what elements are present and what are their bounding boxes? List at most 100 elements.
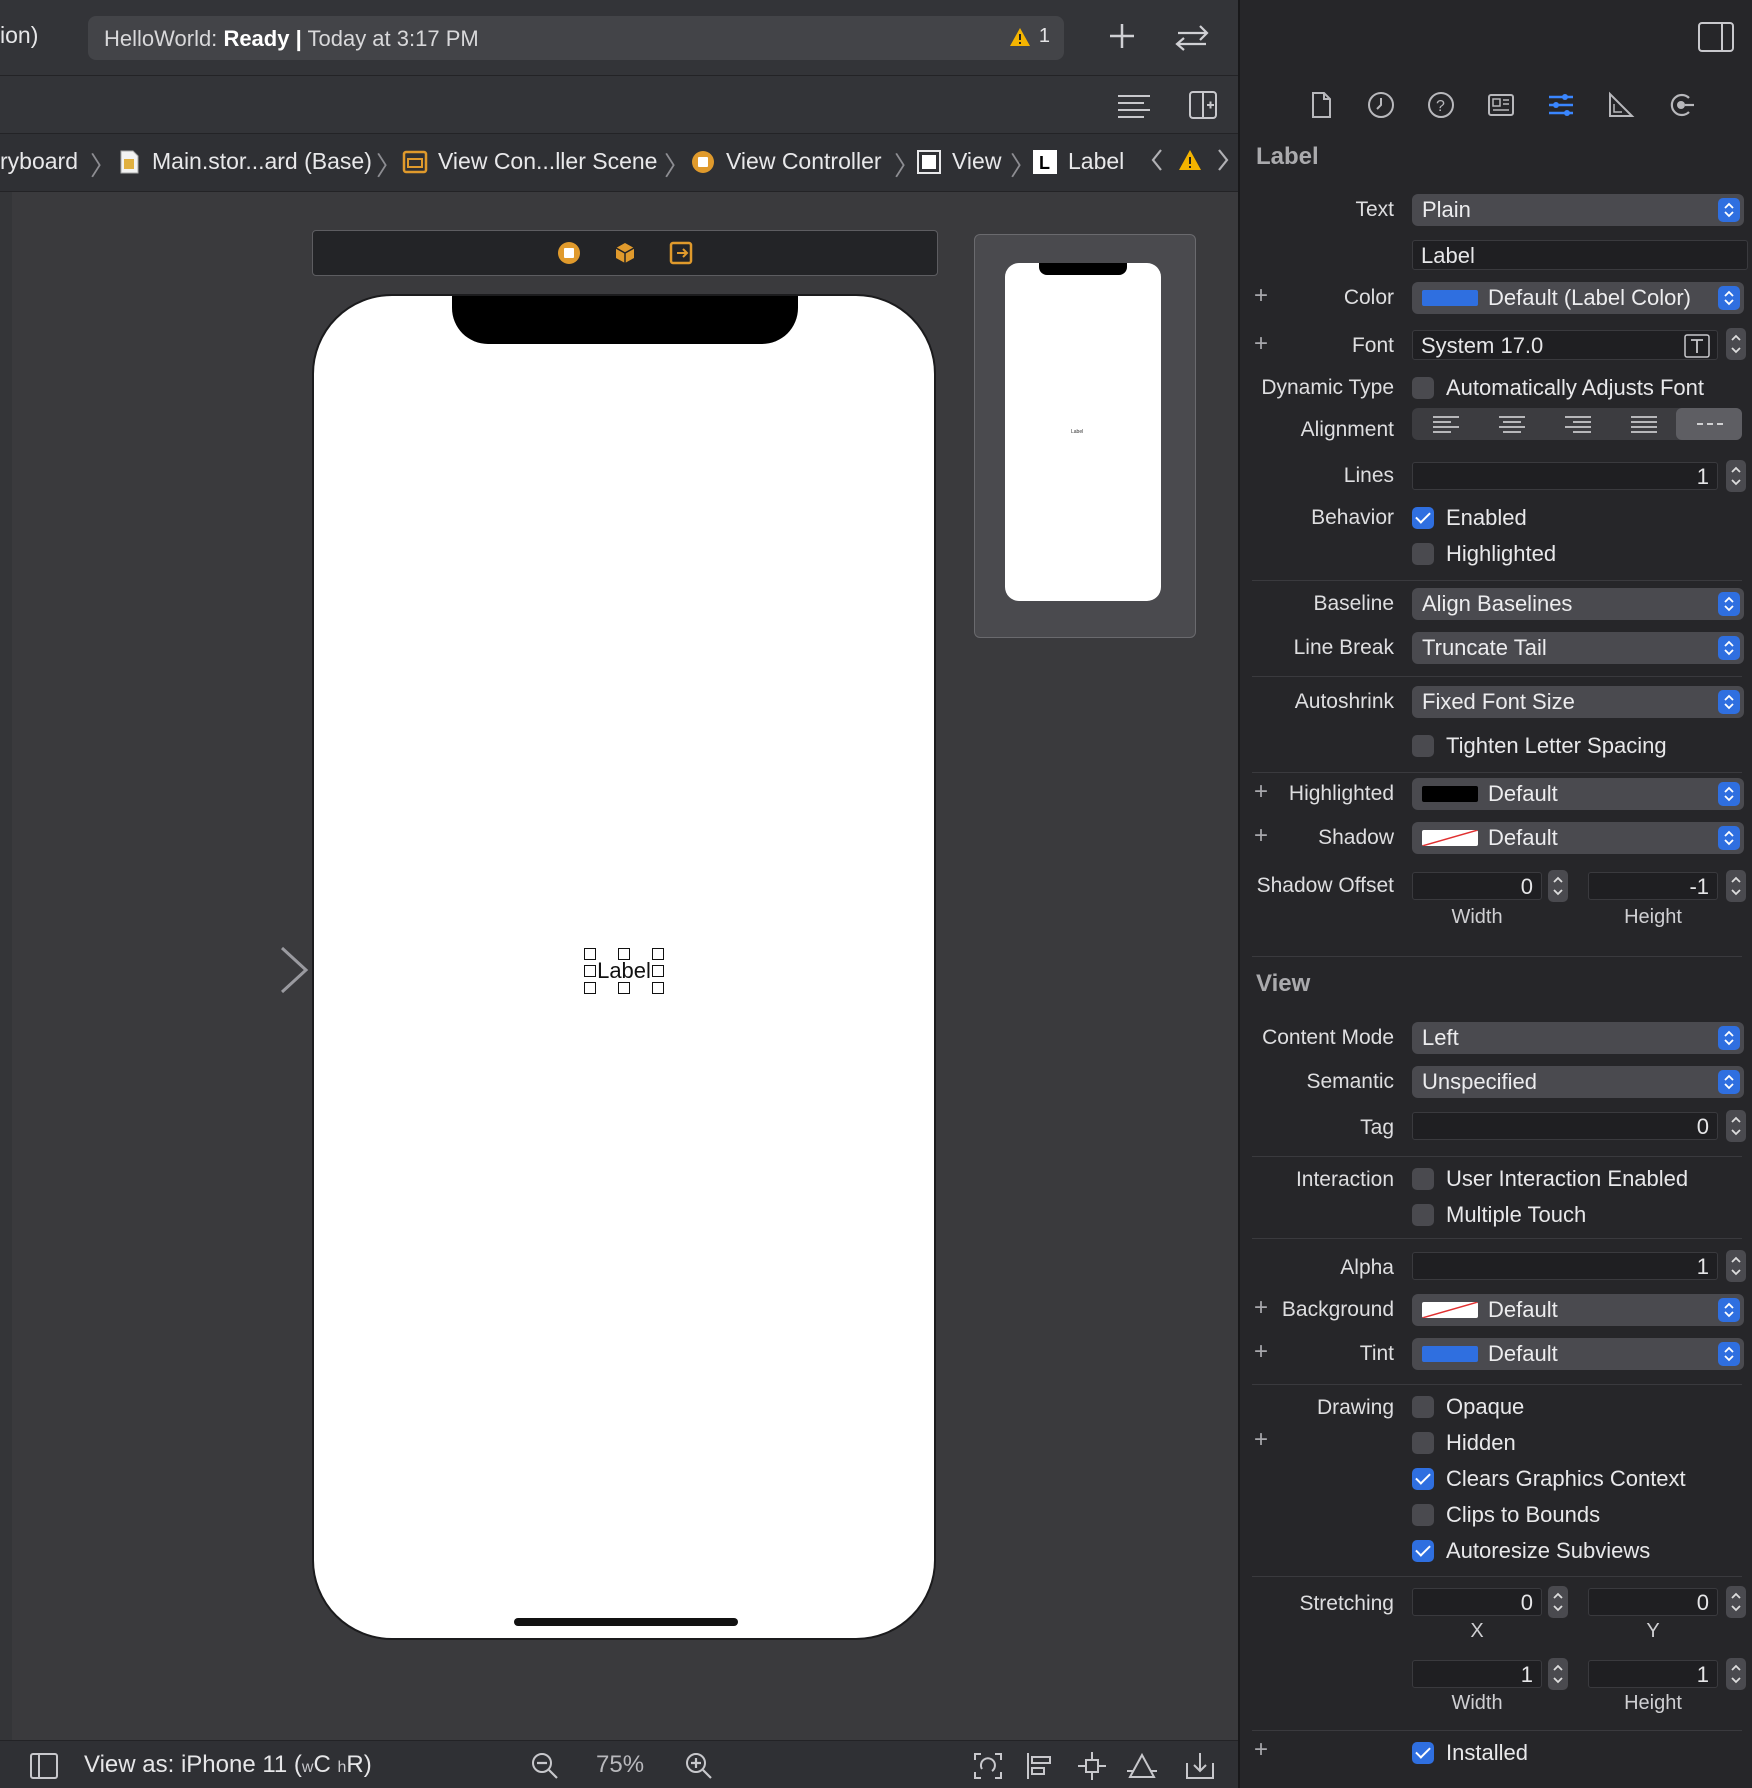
align-center-button[interactable] bbox=[1478, 408, 1544, 440]
zoom-in-icon[interactable] bbox=[684, 1751, 714, 1781]
stretch-y-stepper[interactable] bbox=[1726, 1586, 1746, 1618]
shadow-color-popup[interactable]: Default bbox=[1412, 822, 1744, 854]
shadow-offset-height-stepper[interactable] bbox=[1726, 870, 1746, 902]
shadow-offset-width-stepper[interactable] bbox=[1548, 870, 1568, 902]
stretch-x-field[interactable]: 0 bbox=[1412, 1588, 1542, 1616]
breadcrumb-storyboard[interactable]: ryboard bbox=[0, 148, 78, 175]
add-variation-icon[interactable]: + bbox=[1254, 822, 1268, 850]
help-inspector-icon[interactable]: ? bbox=[1426, 90, 1456, 120]
clears-graphics-context-checkbox[interactable]: Clears Graphics Context bbox=[1412, 1466, 1686, 1492]
breadcrumb-view[interactable]: View bbox=[916, 148, 1001, 175]
clips-to-bounds-checkbox[interactable]: Clips to Bounds bbox=[1412, 1502, 1600, 1528]
storyboard-canvas[interactable]: Label Label bbox=[0, 192, 1238, 1740]
add-variation-icon[interactable]: + bbox=[1254, 282, 1268, 310]
align-justify-button[interactable] bbox=[1610, 408, 1676, 440]
tag-stepper[interactable] bbox=[1726, 1110, 1746, 1142]
tint-color-popup[interactable]: Default bbox=[1412, 1338, 1744, 1370]
exit-icon[interactable] bbox=[668, 240, 694, 266]
hidden-checkbox[interactable]: Hidden bbox=[1412, 1430, 1516, 1456]
inspector-toggle-icon[interactable] bbox=[1698, 22, 1734, 52]
shadow-offset-height-field[interactable]: -1 bbox=[1588, 872, 1718, 900]
resize-handle[interactable] bbox=[584, 982, 596, 994]
align-right-button[interactable] bbox=[1544, 408, 1610, 440]
user-interaction-checkbox[interactable]: User Interaction Enabled bbox=[1412, 1166, 1688, 1192]
chevron-right-icon[interactable] bbox=[1214, 146, 1232, 174]
resize-handle[interactable] bbox=[652, 982, 664, 994]
resize-handle[interactable] bbox=[584, 948, 596, 960]
add-variation-icon[interactable]: + bbox=[1254, 1426, 1268, 1454]
background-color-popup[interactable]: Default bbox=[1412, 1294, 1744, 1326]
shadow-offset-width-field[interactable]: 0 bbox=[1412, 872, 1542, 900]
warning-indicator[interactable]: 1 bbox=[1009, 25, 1050, 48]
stretch-x-stepper[interactable] bbox=[1548, 1586, 1568, 1618]
content-mode-popup[interactable]: Left bbox=[1412, 1022, 1744, 1054]
file-inspector-icon[interactable] bbox=[1306, 90, 1336, 120]
multiple-touch-checkbox[interactable]: Multiple Touch bbox=[1412, 1202, 1586, 1228]
add-variation-icon[interactable]: + bbox=[1254, 1736, 1268, 1764]
selected-label[interactable]: Label bbox=[584, 948, 664, 994]
attributes-inspector-icon[interactable] bbox=[1546, 90, 1576, 120]
lines-field[interactable]: 1 bbox=[1412, 462, 1718, 490]
opaque-checkbox[interactable]: Opaque bbox=[1412, 1394, 1524, 1420]
document-outline-toggle-icon[interactable] bbox=[30, 1753, 58, 1779]
resize-handle[interactable] bbox=[652, 965, 664, 977]
add-editor-icon[interactable] bbox=[1188, 90, 1218, 120]
add-variation-icon[interactable]: + bbox=[1254, 778, 1268, 806]
installed-checkbox[interactable]: Installed bbox=[1412, 1740, 1528, 1766]
breadcrumb-view-controller[interactable]: View Controller bbox=[690, 148, 882, 175]
resolve-autolayout-icon[interactable] bbox=[1126, 1751, 1158, 1781]
tighten-letter-spacing-checkbox[interactable]: Tighten Letter Spacing bbox=[1412, 733, 1667, 759]
align-icon[interactable] bbox=[1024, 1751, 1056, 1781]
view-controller-icon[interactable] bbox=[556, 240, 582, 266]
stretch-height-field[interactable]: 1 bbox=[1588, 1660, 1718, 1688]
add-variation-icon[interactable]: + bbox=[1254, 330, 1268, 358]
line-break-popup[interactable]: Truncate Tail bbox=[1412, 632, 1744, 664]
activity-status[interactable]: HelloWorld: Ready | Today at 3:17 PM 1 bbox=[88, 16, 1064, 60]
minimap[interactable]: Label bbox=[974, 234, 1196, 638]
chevron-left-icon[interactable] bbox=[1148, 146, 1166, 174]
breadcrumb-scene[interactable]: View Con...ller Scene bbox=[402, 148, 657, 175]
history-inspector-icon[interactable] bbox=[1366, 90, 1396, 120]
semantic-popup[interactable]: Unspecified bbox=[1412, 1066, 1744, 1098]
add-variation-icon[interactable]: + bbox=[1254, 1294, 1268, 1322]
identity-inspector-icon[interactable] bbox=[1486, 90, 1516, 120]
entry-point-arrow-icon[interactable] bbox=[160, 942, 310, 1002]
alpha-stepper[interactable] bbox=[1726, 1250, 1746, 1282]
lines-stepper[interactable] bbox=[1726, 460, 1746, 492]
add-variation-icon[interactable]: + bbox=[1254, 1338, 1268, 1366]
embed-in-icon[interactable] bbox=[1184, 1751, 1216, 1781]
zoom-level[interactable]: 75% bbox=[596, 1751, 644, 1779]
iphone-frame[interactable]: Label bbox=[312, 294, 936, 1640]
resize-handle[interactable] bbox=[584, 965, 596, 977]
color-popup[interactable]: Default (Label Color) bbox=[1412, 282, 1744, 314]
alpha-field[interactable]: 1 bbox=[1412, 1252, 1718, 1280]
stretch-height-stepper[interactable] bbox=[1726, 1658, 1746, 1690]
editor-options-icon[interactable] bbox=[1114, 92, 1154, 120]
first-responder-cube-icon[interactable] bbox=[612, 240, 638, 266]
highlighted-color-popup[interactable]: Default bbox=[1412, 778, 1744, 810]
add-constraints-icon[interactable] bbox=[1076, 1751, 1108, 1781]
tag-field[interactable]: 0 bbox=[1412, 1112, 1718, 1140]
font-picker-icon[interactable] bbox=[1684, 334, 1710, 358]
stretch-width-field[interactable]: 1 bbox=[1412, 1660, 1542, 1688]
scheme-text[interactable]: ion) bbox=[0, 22, 38, 49]
enabled-checkbox[interactable]: Enabled bbox=[1412, 505, 1527, 531]
add-icon[interactable] bbox=[1104, 18, 1140, 54]
connections-inspector-icon[interactable] bbox=[1666, 90, 1696, 120]
breadcrumb-label[interactable]: L Label bbox=[1032, 148, 1124, 175]
resize-handle[interactable] bbox=[652, 948, 664, 960]
highlighted-checkbox[interactable]: Highlighted bbox=[1412, 541, 1556, 567]
text-type-popup[interactable]: Plain bbox=[1412, 194, 1744, 226]
resize-handle[interactable] bbox=[618, 982, 630, 994]
align-left-button[interactable] bbox=[1412, 408, 1478, 440]
resize-handle[interactable] bbox=[618, 948, 630, 960]
swap-arrows-icon[interactable] bbox=[1170, 20, 1214, 56]
update-frames-icon[interactable] bbox=[972, 1751, 1004, 1781]
stretch-y-field[interactable]: 0 bbox=[1588, 1588, 1718, 1616]
align-natural-button[interactable] bbox=[1676, 408, 1742, 440]
baseline-popup[interactable]: Align Baselines bbox=[1412, 588, 1744, 620]
font-field[interactable]: System 17.0 bbox=[1412, 330, 1718, 360]
size-inspector-icon[interactable] bbox=[1606, 90, 1636, 120]
autoresize-subviews-checkbox[interactable]: Autoresize Subviews bbox=[1412, 1538, 1650, 1564]
view-as-device-button[interactable]: View as: iPhone 11 (wC hR) bbox=[84, 1751, 372, 1779]
